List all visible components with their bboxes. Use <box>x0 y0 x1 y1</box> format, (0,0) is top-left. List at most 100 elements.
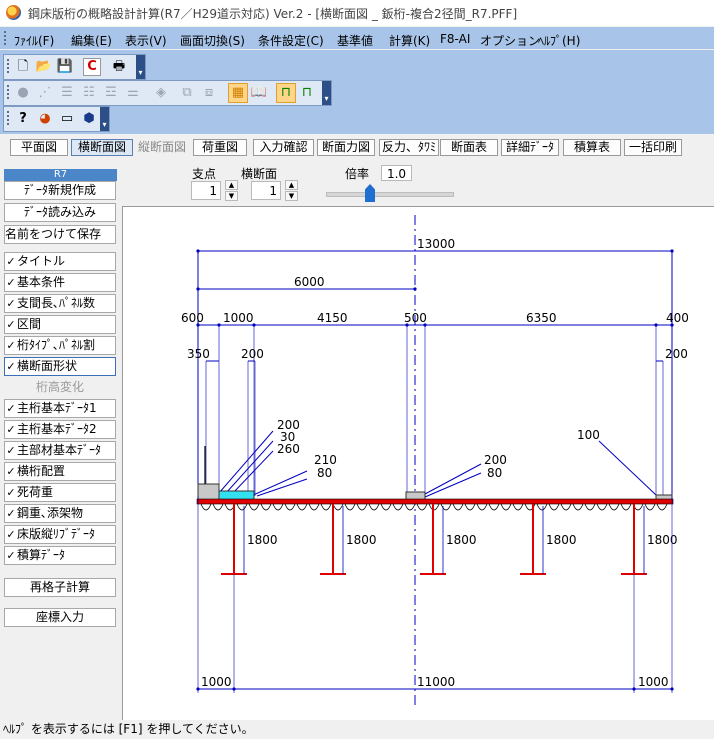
annotation-label: 100 <box>577 428 600 442</box>
dots-icon[interactable]: ⋰ <box>36 84 54 102</box>
menu-help[interactable]: ﾍﾙﾌﾟ(H) <box>538 32 580 49</box>
help-icon[interactable]: ? <box>14 110 32 128</box>
print-icon[interactable]: 🖶 <box>110 58 128 76</box>
new-file-icon[interactable]: 🗋 <box>14 58 32 76</box>
drawing-canvas[interactable]: 13000 6000 600 1000 4150 500 6350 400 350 200 200 2… <box>122 206 714 720</box>
deck-rib <box>284 503 296 511</box>
align-1-icon[interactable]: ☰ <box>58 84 76 102</box>
colors-icon[interactable]: ◕ <box>36 110 54 128</box>
tab-batch-print[interactable]: 一括印刷 <box>624 139 682 156</box>
tab-input-check[interactable]: 入力確認 <box>253 139 314 156</box>
tab-reaction-deflection[interactable]: 反力、ﾀﾜﾐ <box>379 139 439 156</box>
toolbar-dropdown-icon[interactable]: ▾ <box>322 81 331 105</box>
toolbar-grip[interactable] <box>7 85 9 101</box>
girder-icon[interactable]: ⊓ <box>276 83 296 103</box>
sidebar-item[interactable]: 再格子計算 <box>4 578 116 597</box>
tab-detail-data[interactable]: 詳細ﾃﾞｰﾀ <box>501 139 559 156</box>
deck-rib <box>416 503 428 511</box>
card-icon[interactable]: ▭ <box>58 110 76 128</box>
deck-rib <box>644 503 656 511</box>
support-up-button[interactable]: ▲ <box>225 180 238 190</box>
sidebar: R7 ﾃﾞｰﾀ新規作成 ﾃﾞｰﾀ読み込み 名前をつけて保存 ✓タイトル ✓基本条件 ✓支間… <box>0 169 120 719</box>
sidebar-item[interactable]: ✓積算ﾃﾞｰﾀ <box>4 546 116 565</box>
sidebar-item[interactable]: ✓桁ﾀｲﾌﾟ､ﾊﾟﾈﾙ割 <box>4 336 116 355</box>
sidebar-item[interactable]: ✓基本条件 <box>4 273 116 292</box>
open-folder-icon[interactable]: 📂 <box>35 58 53 76</box>
menu-calc[interactable]: 計算(K) <box>389 32 430 49</box>
eraser-icon[interactable]: ◈ <box>152 84 170 102</box>
toolbar-grip[interactable] <box>7 59 9 75</box>
menu-options[interactable]: オプション <box>480 32 540 49</box>
sidebar-item[interactable]: ﾃﾞｰﾀ読み込み <box>4 203 116 222</box>
ball-icon[interactable]: ● <box>14 84 32 102</box>
girder-height-label: 1800 <box>647 533 678 547</box>
tab-section-table[interactable]: 断面表 <box>440 139 498 156</box>
tab-estimate[interactable]: 積算表 <box>563 139 621 156</box>
support-down-button[interactable]: ▼ <box>225 191 238 201</box>
toolbar-dropdown-icon[interactable]: ▾ <box>100 107 109 131</box>
menu-edit[interactable]: 編集(E) <box>71 32 112 49</box>
cube-icon[interactable]: ⬢ <box>80 110 98 128</box>
check-icon: ✓ <box>6 255 16 268</box>
toolbar-grip[interactable] <box>7 111 9 127</box>
tab-cross-section[interactable]: 横断面図 <box>71 139 133 156</box>
zoom-slider-thumb[interactable] <box>365 184 375 202</box>
sidebar-item[interactable]: ﾃﾞｰﾀ新規作成 <box>4 181 116 200</box>
leader-line <box>598 440 657 496</box>
sidebar-item[interactable]: ✓支間長､ﾊﾟﾈﾙ数 <box>4 294 116 313</box>
menu-view[interactable]: 表示(V) <box>125 32 167 49</box>
paste-icon[interactable]: ⧈ <box>200 84 218 102</box>
deck-rib <box>260 503 272 511</box>
leader-line <box>256 478 308 497</box>
support-value[interactable]: 1 <box>191 181 221 200</box>
cross-section-down-button[interactable]: ▼ <box>285 191 298 201</box>
c-logo-icon[interactable]: C <box>83 58 101 76</box>
tab-plan[interactable]: 平面図 <box>10 139 68 156</box>
save-icon[interactable]: 💾 <box>56 58 74 76</box>
annotation-label: 200 <box>484 453 507 467</box>
menu-file[interactable]: ﾌｧｲﾙ(F) <box>14 32 54 49</box>
align-4-icon[interactable]: ⚌ <box>124 84 142 102</box>
menubar-grip[interactable] <box>4 31 6 45</box>
bottom-dim-label: 11000 <box>417 675 455 689</box>
menu-f8-ai[interactable]: F8-AI <box>440 32 470 46</box>
zoom-slider-track[interactable] <box>326 192 454 197</box>
segment-label: 4150 <box>317 311 348 325</box>
cross-section-up-button[interactable]: ▲ <box>285 180 298 190</box>
grid-icon[interactable]: ▦ <box>228 83 248 103</box>
sidebar-item-label: 名前をつけて保存 <box>5 227 102 241</box>
book-icon[interactable]: 📖 <box>250 84 268 102</box>
deck-rib <box>404 503 416 511</box>
sidebar-item[interactable]: ✓主桁基本ﾃﾞｰﾀ2 <box>4 420 116 439</box>
sidebar-item[interactable]: ✓主桁基本ﾃﾞｰﾀ1 <box>4 399 116 418</box>
align-3-icon[interactable]: ☲ <box>102 84 120 102</box>
deck-rib <box>584 503 596 511</box>
zoom-value[interactable]: 1.0 <box>381 165 412 181</box>
align-2-icon[interactable]: ☷ <box>80 84 98 102</box>
barrier-left <box>197 483 220 501</box>
sidebar-item[interactable]: ✓横桁配置 <box>4 462 116 481</box>
deck-rib <box>500 503 512 511</box>
toolbar-dropdown-icon[interactable]: ▾ <box>136 55 145 79</box>
girder-height-label: 1800 <box>446 533 477 547</box>
sidebar-item[interactable]: ✓区間 <box>4 315 116 334</box>
girder-green-icon[interactable]: ⊓ <box>298 84 316 102</box>
menu-conditions[interactable]: 条件設定(C) <box>258 32 324 49</box>
menu-standards[interactable]: 基準値 <box>337 32 373 49</box>
sidebar-item[interactable]: 座標入力 <box>4 608 116 627</box>
sidebar-item-label: 鋼重､添架物 <box>17 506 84 520</box>
tab-load[interactable]: 荷重図 <box>193 139 247 156</box>
deck-rib <box>476 503 488 511</box>
sidebar-item[interactable]: ✓床版縦ﾘﾌﾞﾃﾞｰﾀ <box>4 525 116 544</box>
copy-icon[interactable]: ⧉ <box>178 84 196 102</box>
app-icon <box>6 5 21 20</box>
sidebar-item[interactable]: ✓死荷重 <box>4 483 116 502</box>
sidebar-item[interactable]: ✓鋼重､添架物 <box>4 504 116 523</box>
sidebar-item[interactable]: ✓横断面形状 <box>4 357 116 376</box>
cross-section-value[interactable]: 1 <box>251 181 281 200</box>
menu-screen-switch[interactable]: 画面切換(S) <box>180 32 245 49</box>
sidebar-item[interactable]: ✓タイトル <box>4 252 116 271</box>
sidebar-item[interactable]: 名前をつけて保存 <box>4 225 116 244</box>
tab-section-force[interactable]: 断面力図 <box>317 139 375 156</box>
sidebar-item[interactable]: ✓主部材基本ﾃﾞｰﾀ <box>4 441 116 460</box>
